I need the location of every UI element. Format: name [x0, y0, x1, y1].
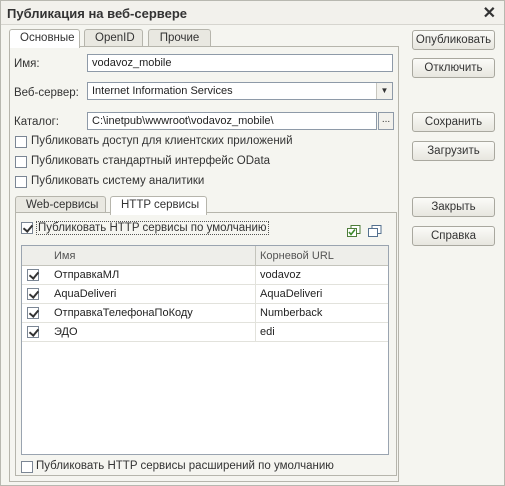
catalog-label: Каталог: — [14, 116, 60, 128]
table-header: Имя Корневой URL — [22, 246, 388, 266]
cell-divider — [255, 266, 256, 285]
browse-button[interactable]: ... — [378, 112, 394, 130]
row-url: Numberback — [260, 307, 323, 319]
tab-openid-label: OpenID — [95, 32, 135, 44]
checkbox-publish-ext-http-label: Публиковать HTTP сервисы расширений по у… — [36, 460, 334, 472]
tab-other[interactable]: Прочие — [148, 29, 211, 47]
checkbox-client-access[interactable] — [15, 136, 27, 148]
row-name: ОтправкаТелефонаПоКоду — [54, 307, 193, 319]
browse-button-label: ... — [381, 114, 391, 125]
row-checkbox[interactable] — [27, 307, 39, 319]
column-url: Корневой URL — [260, 250, 334, 262]
close-button[interactable]: Закрыть — [412, 197, 495, 217]
help-button-label: Справка — [430, 230, 477, 242]
help-button[interactable]: Справка — [412, 226, 495, 246]
name-field[interactable]: vodavoz_mobile — [87, 54, 393, 72]
checkbox-analytics-label: Публиковать систему аналитики — [31, 175, 205, 187]
table-row[interactable]: ЭДО edi — [22, 323, 388, 342]
checkbox-publish-ext-http[interactable] — [21, 461, 33, 473]
checkbox-odata[interactable] — [15, 156, 27, 168]
server-label: Веб-сервер: — [14, 87, 79, 99]
tab-web-services-label: Web-сервисы — [26, 199, 99, 211]
publish-button[interactable]: Опубликовать — [412, 30, 495, 50]
tab-http-services[interactable]: HTTP сервисы — [110, 196, 207, 215]
disable-button[interactable]: Отключить — [412, 58, 495, 78]
close-icon[interactable]: ✕ — [483, 3, 496, 23]
column-name: Имя — [54, 250, 76, 262]
row-name: ЭДО — [54, 326, 78, 338]
row-name: AquaDeliveri — [54, 288, 117, 300]
http-services-table: Имя Корневой URL ОтправкаМЛ vodavoz Aqua… — [21, 245, 389, 455]
tab-other-label: Прочие — [159, 32, 200, 44]
name-label: Имя: — [14, 58, 40, 70]
checkbox-publish-http-default[interactable] — [21, 222, 33, 234]
checkbox-client-access-label: Публиковать доступ для клиентских прилож… — [31, 135, 293, 147]
publish-button-label: Опубликовать — [415, 34, 492, 46]
table-row[interactable]: AquaDeliveri AquaDeliveri — [22, 285, 388, 304]
table-row[interactable]: ОтправкаТелефонаПоКоду Numberback — [22, 304, 388, 323]
name-value: vodavoz_mobile — [92, 57, 172, 69]
row-url: AquaDeliveri — [260, 288, 323, 300]
column-divider — [255, 246, 256, 266]
chevron-down-icon[interactable]: ▼ — [376, 83, 392, 99]
disable-button-label: Отключить — [424, 62, 483, 74]
cell-divider — [255, 304, 256, 323]
load-button[interactable]: Загрузить — [412, 141, 495, 161]
tab-http-services-label: HTTP сервисы — [121, 199, 200, 211]
checkbox-analytics[interactable] — [15, 176, 27, 188]
server-select[interactable]: Internet Information Services ▼ — [87, 82, 393, 100]
load-button-label: Загрузить — [427, 145, 480, 157]
cell-divider — [255, 323, 256, 342]
checkbox-publish-http-default-label: Публиковать HTTP сервисы по умолчанию — [36, 221, 269, 235]
uncheck-all-icon[interactable] — [368, 225, 382, 237]
window-title: Публикация на веб-сервере — [7, 6, 188, 21]
server-value: Internet Information Services — [92, 85, 233, 97]
table-row[interactable]: ОтправкаМЛ vodavoz — [22, 266, 388, 285]
cell-divider — [255, 285, 256, 304]
catalog-field[interactable]: C:\inetpub\wwwroot\vodavoz_mobile\ — [87, 112, 377, 130]
row-checkbox[interactable] — [27, 288, 39, 300]
close-button-label: Закрыть — [431, 201, 476, 213]
checkbox-odata-label: Публиковать стандартный интерфейс OData — [31, 155, 271, 167]
tab-openid[interactable]: OpenID — [84, 29, 143, 47]
row-checkbox[interactable] — [27, 326, 39, 338]
catalog-value: C:\inetpub\wwwroot\vodavoz_mobile\ — [92, 115, 274, 127]
row-url: vodavoz — [260, 269, 301, 281]
publish-dialog: Публикация на веб-сервере ✕ Основные Ope… — [0, 0, 505, 486]
check-all-icon[interactable] — [347, 225, 361, 237]
save-button[interactable]: Сохранить — [412, 112, 495, 132]
tab-main-label: Основные — [20, 32, 75, 44]
tab-main[interactable]: Основные — [9, 29, 80, 48]
row-checkbox[interactable] — [27, 269, 39, 281]
title-bar: Публикация на веб-сервере ✕ — [1, 1, 504, 25]
save-button-label: Сохранить — [424, 116, 483, 128]
row-name: ОтправкаМЛ — [54, 269, 120, 281]
row-url: edi — [260, 326, 275, 338]
